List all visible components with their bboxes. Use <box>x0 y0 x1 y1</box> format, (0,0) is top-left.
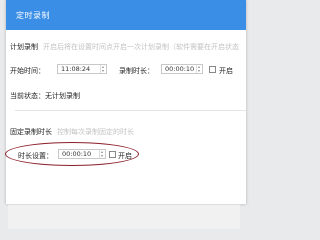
record-duration-spinner[interactable] <box>196 65 202 73</box>
start-time-value: 11:08:24 <box>61 65 91 73</box>
start-time-label: 开始时间： <box>10 67 45 75</box>
current-status-text: 当前状态：无计划录制 <box>10 92 80 100</box>
scheduled-recording-dialog: 定时录制 计划录制 开启后将在设置时间点开启一次计划录制（软件需要在开启状态 开… <box>6 0 246 204</box>
fixed-section-hint: 控制每次录制固定的时长 <box>57 128 134 136</box>
highlight-annotation-ellipse <box>5 142 139 166</box>
background-panel <box>8 204 240 229</box>
dialog-titlebar[interactable]: 定时录制 <box>6 0 246 30</box>
start-time-spinner[interactable] <box>100 65 106 73</box>
scheduled-section-hint: 开启后将在设置时间点开启一次计划录制（软件需要在开启状态 <box>43 43 239 51</box>
section-divider <box>15 110 246 111</box>
record-duration-label: 录制时长： <box>119 67 154 75</box>
scheduled-section-label: 计划录制 <box>10 43 38 51</box>
start-time-input[interactable]: 11:08:24 <box>57 64 107 74</box>
dialog-title: 定时录制 <box>16 11 50 20</box>
record-duration-value: 00:00:10 <box>165 65 195 73</box>
scheduled-enable-checkbox[interactable] <box>209 66 216 73</box>
scheduled-enable-label[interactable]: 开启 <box>219 66 233 76</box>
record-duration-input[interactable]: 00:00:10 <box>161 64 203 74</box>
fixed-section-label: 固定录制时长 <box>10 128 52 136</box>
